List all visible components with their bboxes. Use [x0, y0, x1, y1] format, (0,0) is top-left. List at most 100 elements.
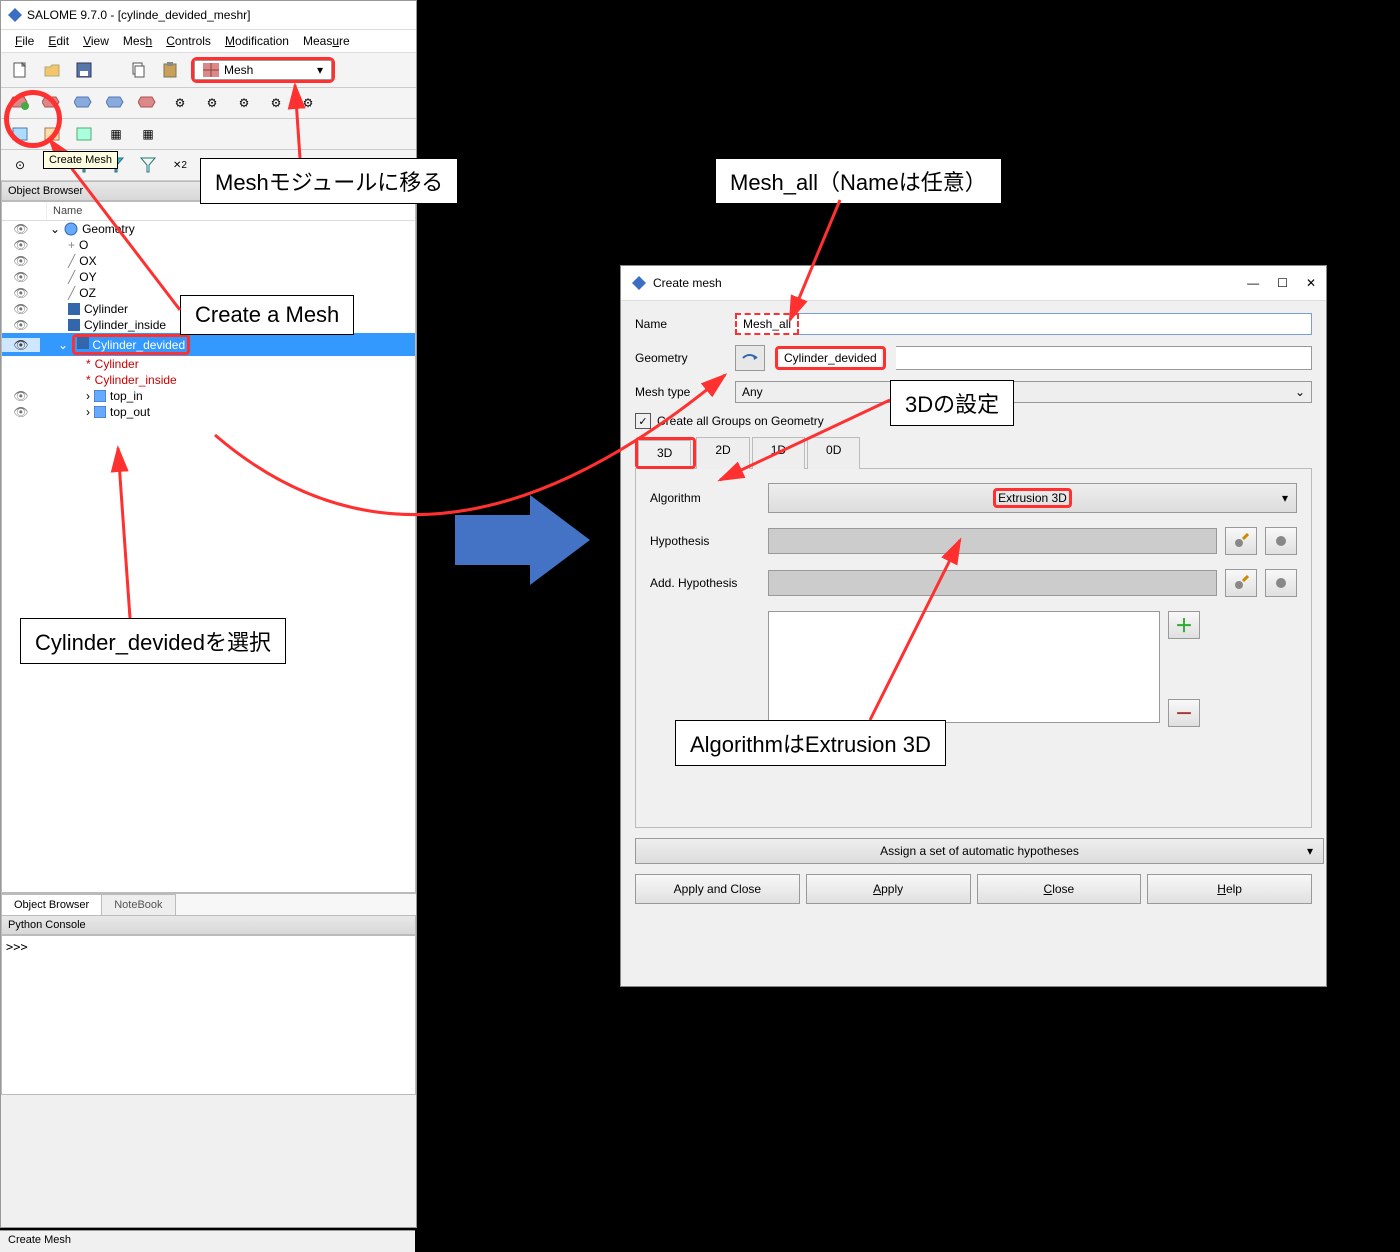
tab-0d[interactable]: 0D — [807, 437, 860, 469]
paste-icon[interactable] — [159, 59, 181, 81]
visibility-icon[interactable]: 👁 — [2, 389, 40, 403]
visibility-icon[interactable]: 👁 — [2, 270, 40, 284]
auto-hypotheses-button[interactable]: Assign a set of automatic hypotheses▾ — [635, 838, 1324, 864]
expand-icon[interactable]: › — [86, 405, 90, 419]
statusbar: Create Mesh — [0, 1230, 415, 1252]
tree-child-cyl-in[interactable]: Cylinder_inside — [95, 373, 177, 387]
gear-icon-2[interactable]: ⚙ — [201, 92, 223, 114]
menu-modification[interactable]: Modification — [225, 34, 289, 48]
mesh-module-icon — [203, 63, 219, 77]
mesh-icon-3[interactable] — [73, 92, 95, 114]
dialog-title: Create mesh — [653, 276, 722, 290]
maximize-icon[interactable]: ☐ — [1277, 276, 1288, 290]
node-icon[interactable]: ⊙ — [9, 154, 31, 176]
apply-close-button[interactable]: Apply and Close — [635, 874, 800, 904]
tb3-icon-4[interactable]: ▦ — [105, 123, 127, 145]
mesh-icon-5[interactable] — [137, 92, 159, 114]
tb3-icon-5[interactable]: ▦ — [137, 123, 159, 145]
hypothesis-select[interactable] — [768, 528, 1217, 554]
apply-button[interactable]: Apply — [806, 874, 971, 904]
visibility-icon[interactable]: 👁 — [2, 254, 40, 268]
tree-top-out[interactable]: top_out — [110, 405, 150, 419]
add-button[interactable]: ＋ — [1168, 611, 1200, 639]
menu-file[interactable]: File — [15, 34, 34, 48]
globe-icon — [64, 222, 78, 236]
toolbar-1: Mesh ▾ — [1, 53, 416, 88]
module-selector[interactable]: Mesh ▾ — [194, 60, 332, 80]
open-icon[interactable] — [41, 59, 63, 81]
tab-notebook[interactable]: NoteBook — [101, 894, 175, 915]
name-input[interactable]: Mesh_all — [739, 315, 795, 333]
edit-hypothesis-button[interactable] — [1225, 527, 1257, 555]
mesh-icon-4[interactable] — [105, 92, 127, 114]
visibility-icon[interactable]: 👁 — [2, 338, 40, 352]
visibility-icon[interactable]: 👁 — [2, 318, 40, 332]
geometry-input[interactable]: Cylinder_devided — [780, 349, 881, 367]
menu-view[interactable]: View — [83, 34, 109, 48]
tree-o[interactable]: O — [79, 238, 88, 252]
salome-titlebar: SALOME 9.7.0 - [cylinde_devided_meshr] — [1, 1, 416, 30]
close-icon[interactable]: ✕ — [1306, 276, 1316, 290]
tree-top-in[interactable]: top_in — [110, 389, 143, 403]
gear-icon[interactable]: ⚙ — [169, 92, 191, 114]
tree-oz[interactable]: OZ — [79, 286, 96, 300]
tree-ox[interactable]: OX — [79, 254, 96, 268]
expand-icon[interactable]: › — [86, 389, 90, 403]
tab-3d[interactable]: 3D — [638, 440, 691, 466]
add-hypothesis-select[interactable] — [768, 570, 1217, 596]
copy-icon[interactable] — [127, 59, 149, 81]
expand-icon[interactable]: ⌄ — [50, 222, 60, 236]
python-console[interactable]: >>> — [1, 935, 416, 1095]
hypothesis-list[interactable] — [768, 611, 1160, 723]
toolbar-2: ⚙ ⚙ ⚙ ⚙ ⚙ — [1, 88, 416, 119]
close-button[interactable]: Close — [977, 874, 1142, 904]
tree-cylinder-devided[interactable]: Cylinder_devided — [92, 338, 185, 352]
tab-pane-3d: Algorithm Extrusion 3D▾ Hypothesis Add. … — [635, 468, 1312, 828]
visibility-icon[interactable]: 👁 — [2, 405, 40, 419]
algorithm-select[interactable]: Extrusion 3D▾ — [768, 483, 1297, 513]
remove-button[interactable]: － — [1168, 699, 1200, 727]
visibility-icon[interactable]: 👁 — [2, 302, 40, 316]
new-add-hypothesis-button[interactable] — [1265, 569, 1297, 597]
new-hypothesis-button[interactable] — [1265, 527, 1297, 555]
help-button[interactable]: Help — [1147, 874, 1312, 904]
tree-child-cyl[interactable]: Cylinder — [95, 357, 139, 371]
module-selector-label: Mesh — [224, 63, 253, 77]
python-console-header: Python Console — [1, 915, 416, 935]
new-icon[interactable] — [9, 59, 31, 81]
expand-icon[interactable]: ⌄ — [58, 338, 68, 352]
menu-measure[interactable]: Measure — [303, 34, 350, 48]
menu-controls[interactable]: Controls — [166, 34, 211, 48]
menu-mesh[interactable]: Mesh — [123, 34, 152, 48]
minimize-icon[interactable]: — — [1247, 276, 1259, 290]
filter-icon-3[interactable] — [137, 154, 159, 176]
gear-icon-3[interactable]: ⚙ — [233, 92, 255, 114]
tree-geometry[interactable]: Geometry — [82, 222, 135, 236]
visibility-icon[interactable]: 👁 — [2, 286, 40, 300]
x2-icon-2[interactable]: ✕2 — [169, 154, 191, 176]
dialog-buttons: Apply and Close Apply Close Help — [635, 874, 1312, 904]
chevron-down-icon: ▾ — [1282, 491, 1288, 505]
geometry-pick-button[interactable] — [735, 345, 765, 371]
gear-icon-5[interactable]: ⚙ — [297, 92, 319, 114]
edit-add-hypothesis-button[interactable] — [1225, 569, 1257, 597]
meshtype-select[interactable]: Any⌄ — [735, 381, 1312, 403]
visibility-icon[interactable]: 👁 — [2, 238, 40, 252]
save-icon[interactable] — [73, 59, 95, 81]
tree-cylinder[interactable]: Cylinder — [84, 302, 128, 316]
tree-oy[interactable]: OY — [79, 270, 96, 284]
tb3-icon-3[interactable] — [73, 123, 95, 145]
tab-2d[interactable]: 2D — [696, 437, 749, 469]
gear-icon-4[interactable]: ⚙ — [265, 92, 287, 114]
menu-edit[interactable]: Edit — [48, 34, 69, 48]
dialog-titlebar: Create mesh — ☐ ✕ — [621, 266, 1326, 301]
gear-icon — [1273, 575, 1289, 591]
create-mesh-tooltip: Create Mesh — [43, 151, 118, 169]
dimension-tabs: 3D 2D 1D 0D — [635, 437, 1312, 469]
tab-object-browser[interactable]: Object Browser — [1, 894, 102, 915]
tab-1d[interactable]: 1D — [752, 437, 805, 469]
tree-cylinder-inside[interactable]: Cylinder_inside — [84, 318, 166, 332]
python-prompt: >>> — [6, 940, 28, 954]
visibility-icon[interactable]: 👁 — [2, 222, 40, 236]
meshtype-label: Mesh type — [635, 385, 725, 399]
